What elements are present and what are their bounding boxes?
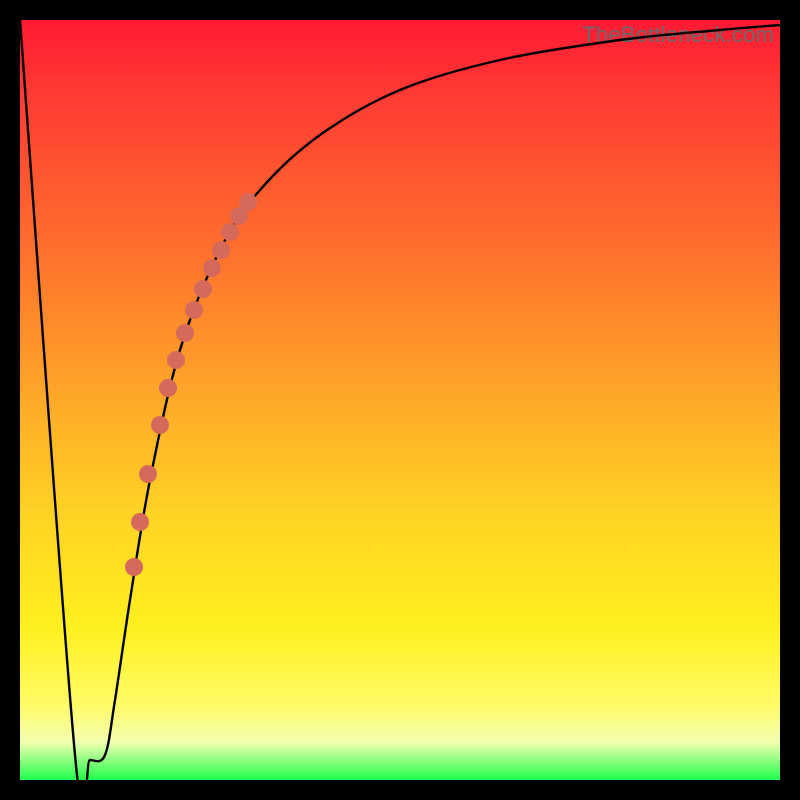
highlight-markers xyxy=(125,193,257,576)
marker-dot xyxy=(203,259,221,277)
marker-dot xyxy=(239,193,257,211)
marker-dot xyxy=(221,223,239,241)
chart-frame: TheBottleneck.com xyxy=(0,0,800,800)
marker-dot xyxy=(176,324,194,342)
chart-svg xyxy=(20,20,780,780)
plot-area: TheBottleneck.com xyxy=(20,20,780,780)
marker-dot xyxy=(125,558,143,576)
marker-dot xyxy=(212,241,230,259)
curve-line xyxy=(20,20,780,780)
marker-dot xyxy=(167,351,185,369)
marker-dot xyxy=(151,416,169,434)
marker-dot xyxy=(159,379,177,397)
marker-dot xyxy=(139,465,157,483)
marker-dot xyxy=(185,301,203,319)
marker-dot xyxy=(131,513,149,531)
marker-dot xyxy=(194,280,212,298)
